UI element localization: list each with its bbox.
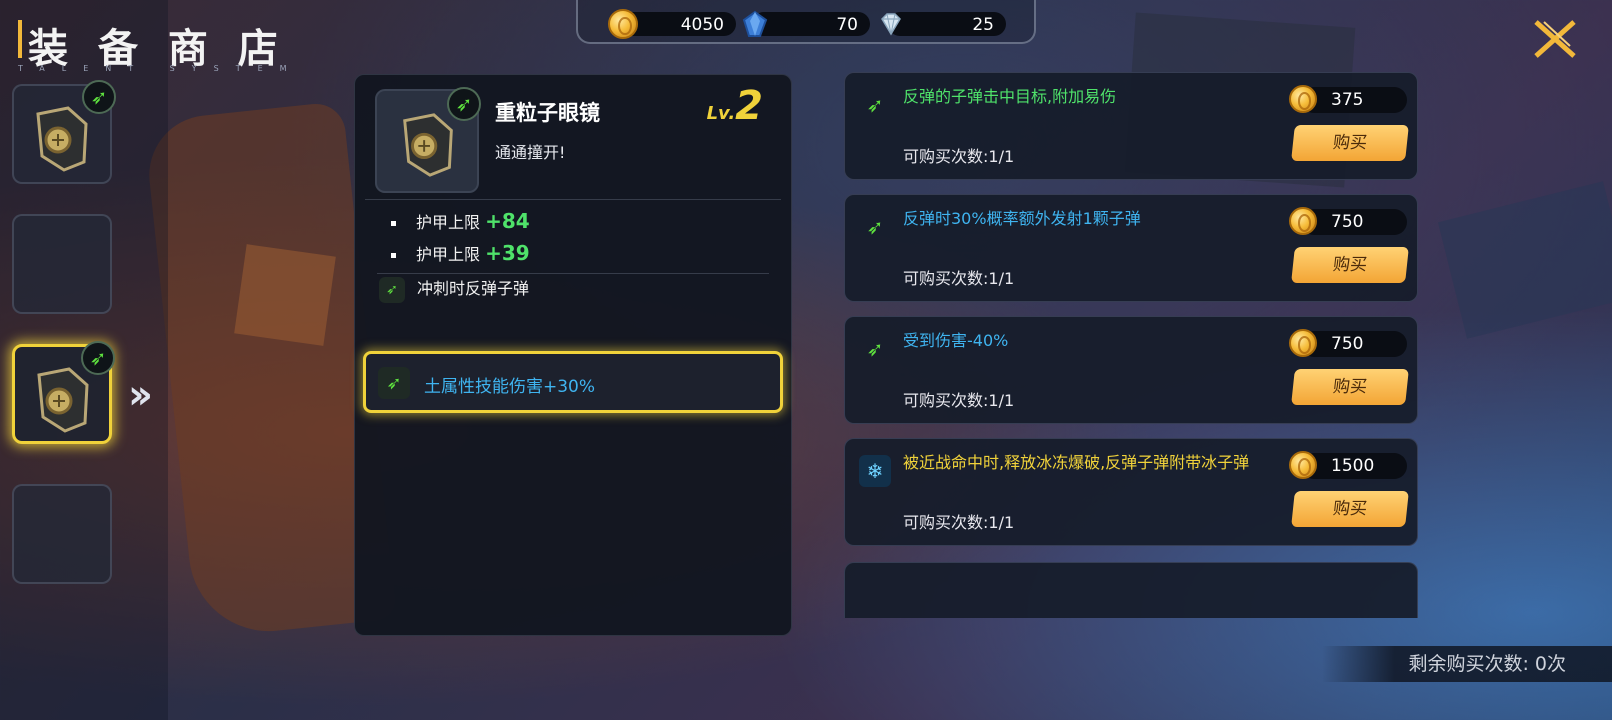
dash-arrow-icon: ➶	[866, 93, 884, 117]
bullet	[391, 253, 396, 258]
close-button[interactable]	[1530, 16, 1580, 62]
buy-button[interactable]: 购买	[1291, 491, 1409, 527]
stat-value: +39	[485, 241, 530, 265]
stat-label: 护甲上限	[416, 245, 481, 264]
title-accent-bar	[18, 20, 22, 58]
price-tag: 375	[1289, 85, 1407, 113]
gold-coin-icon	[1289, 329, 1317, 357]
goggles-item-icon	[36, 106, 88, 172]
diamond-counter: 25	[881, 12, 1006, 36]
price-tag: 750	[1289, 329, 1407, 357]
divider	[377, 273, 769, 274]
price-tag: 750	[1289, 207, 1407, 235]
item-slot-2[interactable]	[12, 214, 112, 314]
purchase-count: 可购买次数:1/1	[903, 269, 1015, 288]
gold-coin-icon	[608, 9, 638, 39]
gold-coin-icon	[1289, 451, 1317, 479]
price-value: 750	[1331, 334, 1364, 354]
buy-button[interactable]: 购买	[1291, 247, 1409, 283]
bullet	[391, 221, 396, 226]
snowflake-icon: ❄	[859, 455, 891, 487]
background-pipes	[1438, 181, 1612, 339]
level-number: 2	[735, 83, 763, 129]
effect-row: ➶ 冲刺时反弹子弹	[379, 275, 529, 303]
item-detail-panel: ➶ 重粒子眼镜 通通撞开! Lv.2 护甲上限 +84 护甲上限 +39 ➶ 冲刺…	[354, 74, 792, 636]
dash-arrow-icon: ➶	[82, 80, 116, 114]
highlighted-upgrade-text: 土属性技能伤害+30%	[424, 377, 596, 397]
gold-coin-icon	[1289, 207, 1317, 235]
upgrade-title: 反弹时30%概率额外发射1颗子弹	[903, 209, 1141, 228]
divider	[365, 199, 781, 200]
price-value: 375	[1331, 90, 1364, 110]
item-slot-4[interactable]	[12, 484, 112, 584]
item-detail-icon: ➶	[375, 87, 481, 193]
dash-arrow-icon: ➶	[81, 341, 115, 375]
remaining-purchases: 剩余购买次数: 0次	[1322, 646, 1612, 682]
dash-arrow-icon: ➶	[378, 367, 410, 399]
buy-button[interactable]: 购买	[1291, 369, 1409, 405]
gold-amount: 4050	[680, 15, 724, 35]
purchase-count: 可购买次数:1/1	[903, 391, 1015, 410]
gem-counter: 70	[742, 10, 870, 37]
gold-coin-icon	[1289, 85, 1317, 113]
diamond-amount: 25	[972, 15, 994, 35]
buy-button[interactable]: 购买	[1291, 125, 1409, 161]
item-level: Lv.2	[707, 83, 763, 129]
price-value: 1500	[1331, 456, 1375, 476]
dash-arrow-icon: ➶	[447, 87, 481, 121]
effect-text: 冲刺时反弹子弹	[417, 279, 530, 298]
stat-row: 护甲上限 +84	[391, 209, 530, 233]
blue-crystal-icon	[742, 10, 768, 37]
item-description: 通通撞开!	[495, 143, 566, 162]
upgrade-title: 被近战命中时,释放冰冻爆破,反弹子弹附带冰子弹	[903, 453, 1250, 472]
dash-arrow-icon: ➶	[379, 276, 405, 303]
shop-card-2: ➶ 反弹时30%概率额外发射1颗子弹 可购买次数:1/1 750 购买	[844, 194, 1418, 302]
dash-arrow-icon: ➶	[866, 337, 884, 361]
upgrade-title: 受到伤害-40%	[903, 331, 1009, 350]
stat-value: +84	[485, 209, 530, 233]
diamond-icon	[881, 13, 901, 36]
goggles-item-icon	[37, 367, 89, 433]
gold-counter: 4050	[608, 9, 736, 39]
stat-label: 护甲上限	[416, 213, 481, 232]
item-slot-3-selected[interactable]: ➶	[12, 341, 115, 444]
shop-card-1: ➶ 反弹的子弹击中目标,附加易伤 可购买次数:1/1 375 购买	[844, 72, 1418, 180]
gem-amount: 70	[836, 15, 858, 35]
double-chevron-right-icon: ››	[128, 372, 153, 418]
item-name: 重粒子眼镜	[495, 101, 600, 125]
upgrade-title: 反弹的子弹击中目标,附加易伤	[903, 87, 1117, 106]
item-slot-1[interactable]: ➶	[12, 80, 116, 184]
purchase-count: 可购买次数:1/1	[903, 513, 1015, 532]
purchase-count: 可购买次数:1/1	[903, 147, 1015, 166]
background-crate	[234, 244, 336, 346]
shop-card-empty	[844, 562, 1418, 618]
stat-row: 护甲上限 +39	[391, 241, 530, 265]
goggles-item-icon	[403, 113, 453, 177]
shop-card-3: ➶ 受到伤害-40% 可购买次数:1/1 750 购买	[844, 316, 1418, 424]
page-subtitle: TALENT SYSTEM	[18, 64, 304, 73]
dash-arrow-icon: ➶	[866, 215, 884, 239]
close-icon	[1534, 20, 1576, 58]
price-value: 750	[1331, 212, 1364, 232]
price-tag: 1500	[1289, 451, 1407, 479]
shop-card-4: ❄ 被近战命中时,释放冰冻爆破,反弹子弹附带冰子弹 可购买次数:1/1 1500…	[844, 438, 1418, 546]
level-prefix: Lv.	[706, 103, 736, 124]
highlighted-upgrade[interactable]: ➶ 土属性技能伤害+30%	[363, 351, 783, 413]
